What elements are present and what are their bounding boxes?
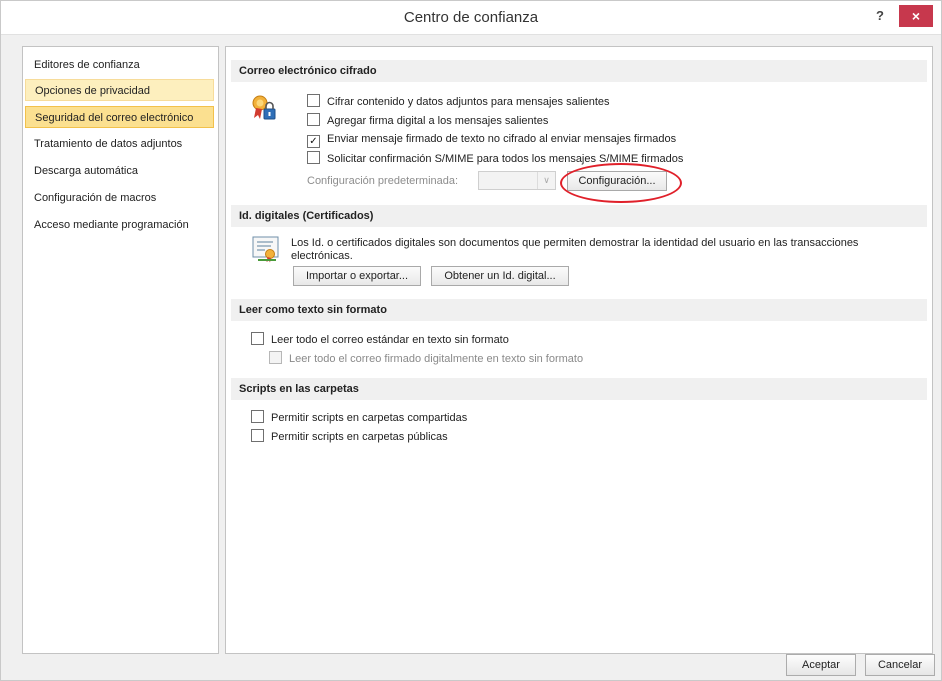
read-plain-text-checkbox[interactable] — [251, 332, 264, 345]
default-setting-select: ∨ — [478, 171, 556, 190]
nav-item-trusted-publishers[interactable]: Editores de confianza — [25, 54, 214, 76]
digital-ids-header: Id. digitales (Certificados) — [231, 205, 927, 227]
encrypt-contents-option[interactable]: Cifrar contenido y datos adjuntos para m… — [307, 94, 610, 110]
nav-item-attachment-handling[interactable]: Tratamiento de datos adjuntos — [25, 133, 214, 155]
request-smime-checkbox[interactable] — [307, 151, 320, 164]
public-folder-scripts-checkbox[interactable] — [251, 429, 264, 442]
window-title: Centro de confianza — [403, 9, 539, 26]
read-signed-plain-text-option: Leer todo el correo firmado digitalmente… — [269, 351, 583, 367]
folder-scripts-header: Scripts en las carpetas — [231, 378, 927, 400]
default-setting-label: Configuración predeterminada: — [307, 175, 459, 187]
category-nav: Editores de confianza Opciones de privac… — [22, 46, 219, 654]
chevron-down-icon: ∨ — [537, 172, 555, 189]
help-button[interactable]: ? — [867, 7, 893, 27]
ribbon-lock-icon — [252, 95, 276, 120]
title-bar: Centro de confianza ? × — [1, 1, 941, 35]
certificate-icon — [252, 236, 279, 263]
nav-item-automatic-download[interactable]: Descarga automática — [25, 160, 214, 182]
add-signature-checkbox[interactable] — [307, 113, 320, 126]
plain-text-header: Leer como texto sin formato — [231, 299, 927, 321]
send-cleartext-checkbox[interactable]: ✓ — [307, 135, 320, 148]
nav-item-programmatic-access[interactable]: Acceso mediante programación — [25, 214, 214, 236]
trust-center-dialog: Centro de confianza ? × Editores de conf… — [0, 0, 942, 681]
shared-folder-scripts-option[interactable]: Permitir scripts en carpetas compartidas — [251, 410, 467, 426]
encrypt-contents-label: Cifrar contenido y datos adjuntos para m… — [327, 96, 610, 108]
ok-button[interactable]: Aceptar — [786, 654, 856, 676]
read-plain-text-label: Leer todo el correo estándar en texto si… — [271, 334, 509, 346]
public-folder-scripts-option[interactable]: Permitir scripts en carpetas públicas — [251, 429, 448, 445]
settings-panel: Correo electrónico cifrado Cifrar conten… — [225, 46, 933, 654]
send-cleartext-option[interactable]: ✓ Enviar mensaje firmado de texto no cifr… — [307, 132, 676, 148]
public-folder-scripts-label: Permitir scripts en carpetas públicas — [271, 431, 448, 443]
get-digital-id-button[interactable]: Obtener un Id. digital... — [431, 266, 569, 286]
read-signed-plain-text-label: Leer todo el correo firmado digitalmente… — [289, 353, 584, 365]
shared-folder-scripts-label: Permitir scripts en carpetas compartidas — [271, 412, 468, 424]
nav-item-email-security[interactable]: Seguridad del correo electrónico — [25, 106, 214, 128]
encrypted-email-header: Correo electrónico cifrado — [231, 60, 927, 82]
highlight-annotation — [560, 163, 682, 203]
encrypt-contents-checkbox[interactable] — [307, 94, 320, 107]
send-cleartext-label: Enviar mensaje firmado de texto no cifra… — [327, 133, 677, 145]
digital-ids-description: Los Id. o certificados digitales son doc… — [291, 237, 859, 262]
close-button[interactable]: × — [899, 5, 933, 27]
read-signed-plain-text-checkbox — [269, 351, 282, 364]
nav-item-macro-settings[interactable]: Configuración de macros — [25, 187, 214, 209]
import-export-button[interactable]: Importar o exportar... — [293, 266, 421, 286]
add-signature-option[interactable]: Agregar firma digital a los mensajes sal… — [307, 113, 548, 129]
read-plain-text-option[interactable]: Leer todo el correo estándar en texto si… — [251, 332, 509, 348]
shared-folder-scripts-checkbox[interactable] — [251, 410, 264, 423]
nav-item-privacy-options[interactable]: Opciones de privacidad — [25, 79, 214, 101]
cancel-button[interactable]: Cancelar — [865, 654, 935, 676]
add-signature-label: Agregar firma digital a los mensajes sal… — [327, 115, 549, 127]
